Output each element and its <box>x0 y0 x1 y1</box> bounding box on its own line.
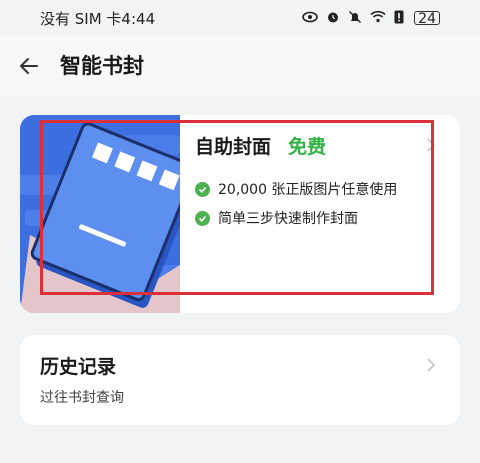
battery-icon: 24 <box>414 11 440 26</box>
history-card[interactable]: 历史记录 过往书封查询 <box>20 335 460 425</box>
status-bar: 没有 SIM 卡4:44 24 <box>0 0 480 36</box>
feature-text: 20,000 张正版图片任意使用 <box>218 182 398 198</box>
check-icon <box>195 210 210 226</box>
back-arrow-icon[interactable] <box>17 54 41 78</box>
feature-item: 20,000 张正版图片任意使用 <box>195 179 397 199</box>
eye-icon <box>302 11 318 26</box>
cover-title: 自助封面 <box>195 136 272 158</box>
carrier-time: 没有 SIM 卡4:44 <box>40 9 156 28</box>
history-subtitle: 过往书封查询 <box>40 390 124 406</box>
top-app-bar: 智能书封 <box>0 36 480 96</box>
history-title: 历史记录 <box>40 356 117 378</box>
chevron-right-icon <box>427 138 436 152</box>
feature-text: 简单三步快速制作封面 <box>218 211 358 227</box>
book-illustration <box>20 115 180 313</box>
wifi-icon <box>370 10 386 26</box>
mute-bell-icon <box>348 10 362 27</box>
check-icon <box>195 181 210 197</box>
page-title: 智能书封 <box>60 54 144 78</box>
free-tag: 免费 <box>288 136 327 158</box>
self-service-cover-card[interactable]: 自助封面 免费 20,000 张正版图片任意使用 简单三步快速制作封面 <box>20 115 460 313</box>
status-icons: 24 <box>302 10 440 27</box>
chevron-right-icon <box>427 358 436 372</box>
alert-icon <box>394 10 404 27</box>
feature-item: 简单三步快速制作封面 <box>195 208 358 228</box>
alarm-icon <box>326 10 340 27</box>
